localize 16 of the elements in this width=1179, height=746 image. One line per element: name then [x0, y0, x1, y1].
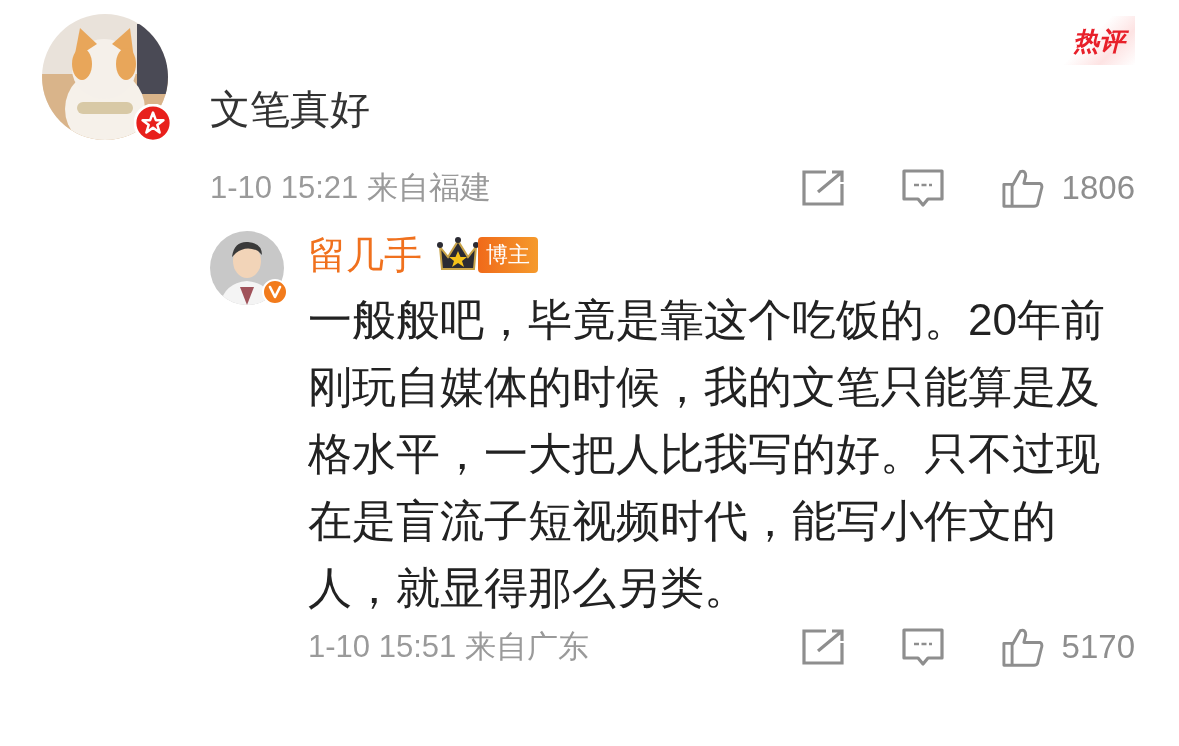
comment-icon[interactable]	[901, 627, 944, 667]
share-icon[interactable]	[801, 627, 844, 667]
like-icon[interactable]	[1001, 168, 1044, 208]
like-count: 5170	[1061, 628, 1135, 666]
comment-time: 1-10 15:21 来自福建	[210, 169, 491, 207]
reply-text: 一般般吧，毕竟是靠这个吃饭的。20年前刚玩自媒体的时候，我的文笔只能算是及格水平，一大把人比我写的好。只不过现在是盲流子短视频时代，能写小作文的人，就显得那么另类。	[308, 294, 1106, 614]
like-icon[interactable]	[1001, 627, 1044, 667]
author-name[interactable]: 留几手	[308, 229, 422, 281]
verified-badge-icon	[262, 279, 288, 305]
reply-time: 1-10 15:51 来自广东	[308, 628, 589, 666]
share-icon[interactable]	[801, 168, 844, 208]
comment-text: 文笔真好	[210, 86, 370, 132]
comment-icon[interactable]	[901, 168, 944, 208]
star-badge-icon	[134, 104, 172, 142]
like-count: 1806	[1061, 169, 1135, 207]
blogger-badge: 博主	[478, 237, 538, 273]
